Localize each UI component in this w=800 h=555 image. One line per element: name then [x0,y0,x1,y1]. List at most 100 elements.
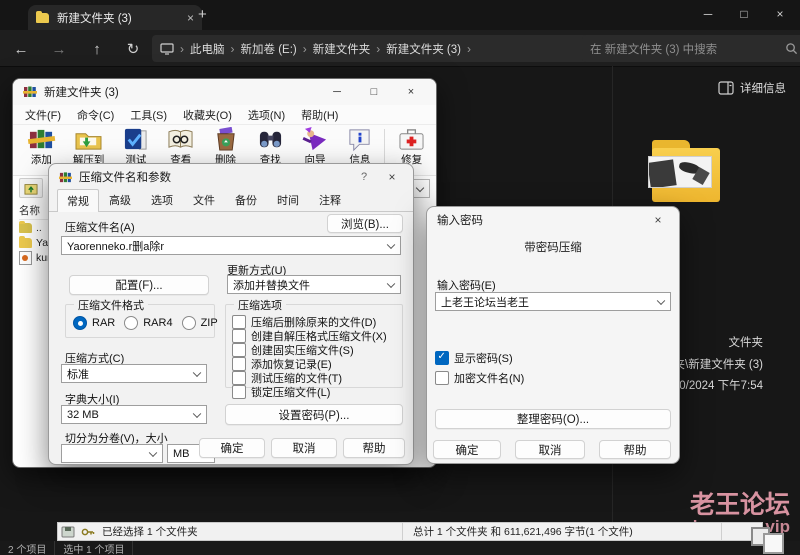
toolbar-find-button[interactable]: 查找 [248,127,293,167]
help-icon[interactable]: ? [354,171,374,183]
folder-icon [36,10,49,23]
dict-size-combo[interactable]: 32 MB [61,405,207,424]
back-icon[interactable]: ← [8,37,34,61]
password-dialog: 输入密码 × 带密码压缩 输入密码(E) 上老王论坛当老王 显示密码(S) 加密… [426,206,680,464]
winrar-maximize-button[interactable]: □ [359,86,389,98]
checkbox-encrypt-names[interactable]: 加密文件名(N) [435,370,524,386]
volume-size-combo[interactable] [61,444,163,463]
close-icon[interactable]: × [381,170,403,184]
archive-name-combo[interactable]: Yaorenneko.r删a除r [61,236,401,255]
tab-advanced[interactable]: 高级 [99,188,141,211]
repair-icon [399,129,424,150]
cancel-button[interactable]: 取消 [271,438,337,458]
method-combo[interactable]: 标准 [61,364,207,383]
browse-button[interactable]: 浏览(B)... [327,214,403,233]
breadcrumb-item-folder-3[interactable]: 新建文件夹 (3) [386,41,461,57]
disk-icon [61,526,75,537]
checkbox-show-password[interactable]: 显示密码(S) [435,350,513,366]
password-dialog-title: 输入密码 [437,215,483,227]
window-maximize-button[interactable]: □ [724,0,764,28]
format-group-label: 压缩文件格式 [74,297,148,313]
radio-rar4[interactable]: RAR4 [124,316,173,330]
menu-help[interactable]: 帮助(H) [293,107,346,123]
tab-general[interactable]: 常规 [57,189,99,212]
window-minimize-button[interactable]: ─ [688,0,728,28]
chevron-down-icon [192,409,202,418]
options-group-label: 压缩选项 [234,297,286,313]
details-toggle-button[interactable]: 详细信息 [718,80,786,96]
toolbar-test-button[interactable]: 测试 [114,127,159,167]
toolbar-extract-button[interactable]: 解压到 [64,127,114,167]
profiles-button[interactable]: 配置(F)... [69,275,209,295]
tab-title: 新建文件夹 (3) [57,12,132,25]
set-password-button[interactable]: 设置密码(P)... [225,404,403,425]
update-mode-combo[interactable]: 添加并替换文件 [227,275,401,294]
password-input-combo[interactable]: 上老王论坛当老王 [435,292,671,311]
chevron-right-icon: › [466,41,471,56]
toolbar-info-button[interactable]: 信息 [337,127,382,167]
format-group: 压缩文件格式 RAR RAR4 ZIP [65,297,218,338]
explorer-tab[interactable]: 新建文件夹 (3) × [28,5,202,30]
tab-options[interactable]: 选项 [141,188,183,211]
toolbar-add-button[interactable]: 添加 [19,127,64,167]
menu-options[interactable]: 选项(N) [240,107,293,123]
up-directory-button[interactable] [19,178,43,198]
breadcrumb-item-drive-e[interactable]: 新加卷 (E:) [241,41,297,57]
folder-up-icon [24,183,38,195]
toolbar-repair-button[interactable]: 修复 [389,127,434,167]
breadcrumb-item-folder[interactable]: 新建文件夹 [313,41,371,57]
new-tab-button[interactable]: + [198,6,207,23]
breadcrumb: › 此电脑 › 新加卷 (E:) › 新建文件夹 › 新建文件夹 (3) › [152,35,588,62]
cancel-button[interactable]: 取消 [515,440,585,459]
radio-rar[interactable]: RAR [73,316,115,330]
checkbox-lock[interactable]: 锁定压缩文件(L) [232,384,330,400]
toolbar-view-button[interactable]: 查看 [158,127,203,167]
search-placeholder: 在 新建文件夹 (3) 中搜索 [590,43,718,56]
chevron-right-icon: › [376,41,381,56]
tab-comment[interactable]: 注释 [309,188,351,211]
ok-button[interactable]: 确定 [433,440,501,459]
radio-zip[interactable]: ZIP [181,316,218,330]
search-input[interactable]: 在 新建文件夹 (3) 中搜索 [582,35,800,62]
menu-favorites[interactable]: 收藏夹(O) [175,107,240,123]
winrar-icon [23,86,37,97]
this-pc-icon [160,42,174,55]
help-button[interactable]: 帮助 [343,438,405,458]
overlay-window-icon [763,533,784,554]
tab-files[interactable]: 文件 [183,188,225,211]
password-dialog-titlebar: 输入密码 × [427,207,679,233]
close-icon[interactable]: × [647,213,669,227]
tab-backup[interactable]: 备份 [225,188,267,211]
status-separator [721,523,722,540]
toolbar-delete-button[interactable]: 删除 [203,127,248,167]
winrar-close-button[interactable]: × [396,86,426,98]
up-icon[interactable]: ↑ [84,37,110,61]
window-close-button[interactable]: × [760,0,800,28]
menu-tools[interactable]: 工具(S) [122,107,175,123]
chevron-down-icon [656,296,666,305]
organize-passwords-button[interactable]: 整理密码(O)... [435,409,671,429]
breadcrumb-item-this-pc[interactable]: 此电脑 [190,41,225,57]
ok-button[interactable]: 确定 [199,438,265,458]
winrar-icon [59,171,72,182]
forward-icon[interactable]: → [46,37,72,61]
selected-count-label: 选中 1 个项目 [55,540,134,555]
tab-close-icon[interactable]: × [187,11,194,25]
archive-dialog-tabs: 常规 高级 选项 文件 备份 时间 注释 [49,188,413,212]
password-input-label: 输入密码(E) [437,280,496,292]
menu-commands[interactable]: 命令(C) [69,107,122,123]
toolbar-wizard-button[interactable]: 向导 [293,127,338,167]
winrar-menubar: 文件(F) 命令(C) 工具(S) 收藏夹(O) 选项(N) 帮助(H) [13,105,436,125]
archive-dialog: 压缩文件名和参数 ? × 常规 高级 选项 文件 备份 时间 注释 压缩文件名(… [48,163,414,465]
help-button[interactable]: 帮助 [599,440,671,459]
password-heading: 带密码压缩 [524,242,582,254]
menu-file[interactable]: 文件(F) [17,107,69,123]
refresh-icon[interactable]: ↻ [120,37,146,61]
chevron-down-icon [415,183,425,192]
tab-time[interactable]: 时间 [267,188,309,211]
preview-type-label: 文件夹 [728,337,764,349]
wizard-icon [302,127,326,151]
info-icon [349,129,370,152]
add-icon [27,129,56,149]
winrar-minimize-button[interactable]: ─ [322,86,352,98]
